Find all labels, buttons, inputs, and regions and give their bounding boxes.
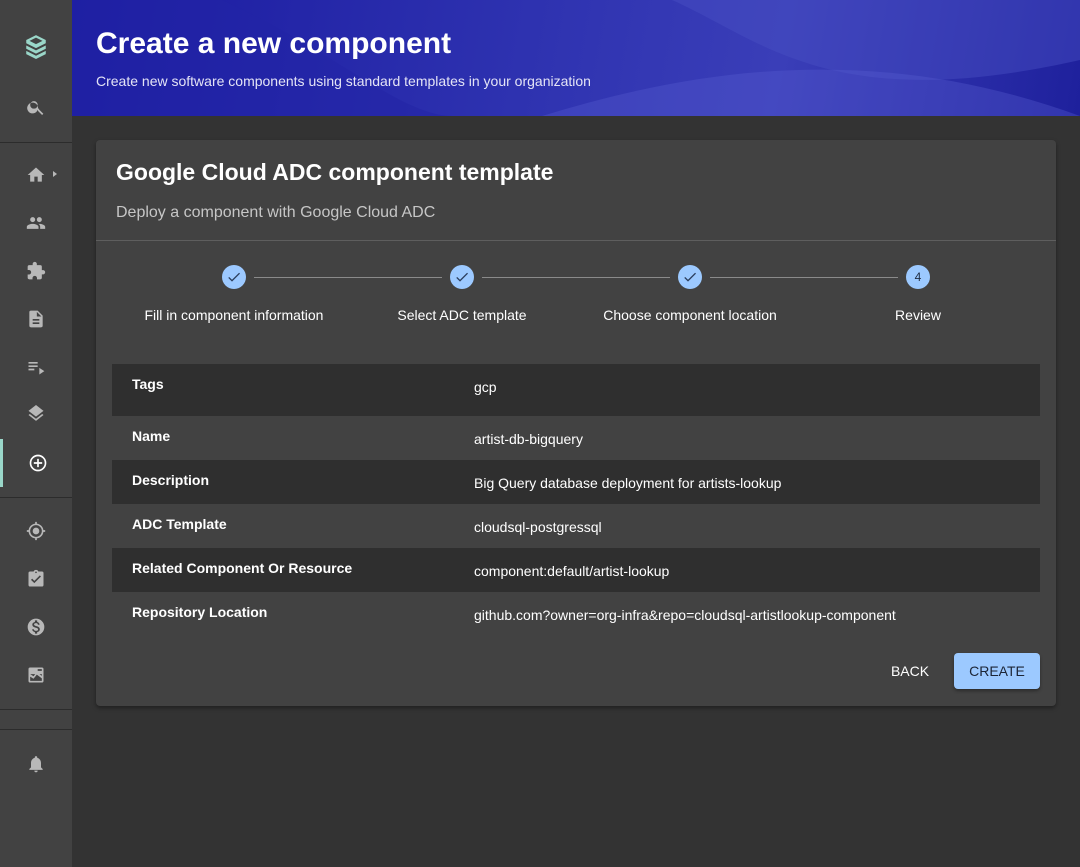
sidebar-item-extensions[interactable] xyxy=(0,247,72,295)
row-value: github.com?owner=org-infra&repo=cloudsql… xyxy=(474,607,896,623)
sidebar-item-scores[interactable] xyxy=(0,651,72,699)
create-button[interactable]: Create xyxy=(954,653,1040,689)
page-subtitle: Create new software components using sta… xyxy=(96,73,591,89)
step-2-check-icon xyxy=(450,265,474,289)
step-label: Select ADC template xyxy=(397,307,527,323)
step-4-number: 4 xyxy=(906,265,930,289)
page-title: Create a new component xyxy=(96,27,452,60)
row-value: component:default/artist-lookup xyxy=(474,563,670,579)
step-connector xyxy=(482,277,670,278)
table-row: Related Component Or Resource component:… xyxy=(112,548,1040,592)
sidebar-item-home[interactable] xyxy=(0,151,72,199)
row-value: cloudsql-postgressql xyxy=(474,519,602,535)
sidebar-item-gps[interactable] xyxy=(0,507,72,555)
dollar-icon xyxy=(27,618,45,636)
sidebar-item-notifications[interactable] xyxy=(0,740,72,788)
sidebar-item-checks[interactable] xyxy=(0,555,72,603)
gps-icon xyxy=(26,521,46,541)
sidebar-item-cost[interactable] xyxy=(0,603,72,651)
table-row: Description Big Query database deploymen… xyxy=(112,460,1040,504)
card-subtitle: Deploy a component with Google Cloud ADC xyxy=(116,204,436,221)
chevron-right-icon xyxy=(53,171,57,177)
step-connector xyxy=(254,277,442,278)
assignment-check-icon xyxy=(28,569,44,587)
back-button[interactable]: Back xyxy=(878,653,942,689)
page-header: Create a new component Create new softwa… xyxy=(72,0,1080,116)
layers-icon xyxy=(28,405,44,421)
groups-icon xyxy=(26,217,46,229)
step-connector xyxy=(710,277,898,278)
sidebar-item-layers[interactable] xyxy=(0,391,72,439)
sidebar-item-create[interactable] xyxy=(0,439,72,487)
logo-icon[interactable] xyxy=(0,22,72,70)
step-3-check-icon xyxy=(678,265,702,289)
row-value: Big Query database deployment for artist… xyxy=(474,475,782,491)
score-icon xyxy=(28,667,44,683)
home-icon xyxy=(27,167,45,182)
step-1-check-icon xyxy=(222,265,246,289)
row-key: ADC Template xyxy=(132,516,227,532)
notifications-icon xyxy=(29,756,43,773)
extension-icon xyxy=(27,261,46,280)
create-icon xyxy=(29,454,46,472)
card-title: Google Cloud ADC component template xyxy=(116,159,554,185)
row-value: artist-db-bigquery xyxy=(474,431,583,447)
document-icon xyxy=(29,310,43,328)
row-key: Name xyxy=(132,428,171,444)
table-row: Repository Location github.com?owner=org… xyxy=(112,592,1040,636)
template-card: Google Cloud ADC component template Depl… xyxy=(96,140,1056,706)
table-row: Name artist-db-bigquery xyxy=(112,416,1040,460)
table-row: ADC Template cloudsql-postgressql xyxy=(112,504,1040,548)
step-label: Fill in component information xyxy=(144,307,324,323)
table-row: Tags gcp xyxy=(112,364,1040,416)
search-icon[interactable] xyxy=(0,83,72,131)
row-key: Related Component Or Resource xyxy=(132,560,353,576)
sidebar-item-docs[interactable] xyxy=(0,295,72,343)
playlist-icon xyxy=(28,362,45,375)
row-key: Description xyxy=(132,472,210,488)
step-label: Choose component location xyxy=(603,307,777,323)
row-key: Tags xyxy=(132,376,164,392)
row-key: Repository Location xyxy=(132,604,268,620)
sidebar-item-groups[interactable] xyxy=(0,199,72,247)
step-label: Review xyxy=(895,307,941,323)
row-value: gcp xyxy=(474,379,497,395)
sidebar-item-playlists[interactable] xyxy=(0,343,72,391)
review-table: Tags gcp Name artist-db-bigquery Descrip… xyxy=(112,364,1040,636)
divider xyxy=(96,240,1056,241)
sidebar xyxy=(0,0,72,867)
